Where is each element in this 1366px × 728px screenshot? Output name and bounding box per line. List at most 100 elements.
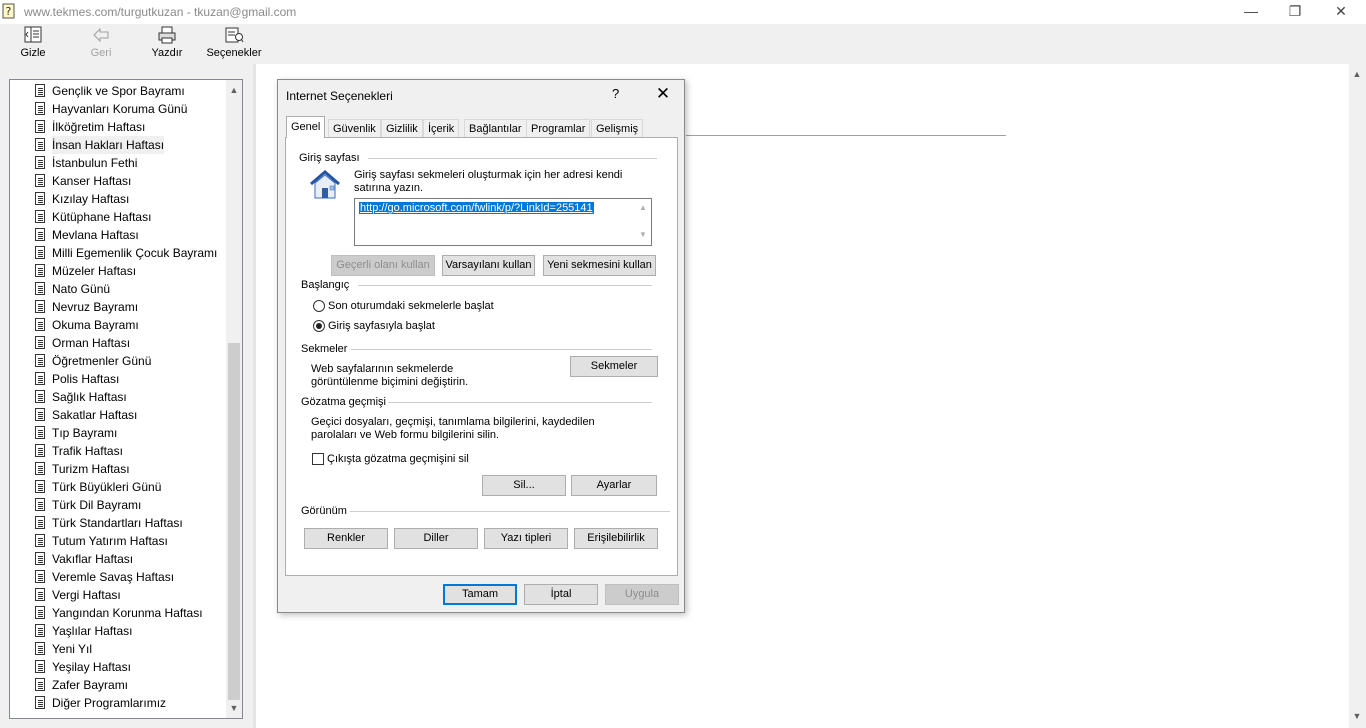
dialog-close-button[interactable]: ✕ [650,82,676,106]
cancel-button[interactable]: İptal [524,584,598,605]
document-icon [35,444,45,457]
options-icon [225,27,244,43]
help-book-icon: ? [2,3,15,19]
tab-advanced[interactable]: Gelişmiş [591,119,644,137]
languages-button[interactable]: Diller [394,528,478,549]
tree-item-label: Sakatlar Haftası [52,408,138,422]
hide-button[interactable]: Gizle [16,24,50,64]
tree-item-label: Tıp Bayramı [52,426,118,440]
last-session-label[interactable]: Son oturumdaki sekmelerle başlat [328,300,494,313]
document-icon [35,156,45,169]
tree-item-label: Yaşlılar Haftası [52,624,133,638]
tree-item-label: Milli Egemenlik Çocuk Bayramı [52,246,218,260]
tree-item-label: Sağlık Haftası [52,390,127,404]
history-group-line [388,402,652,403]
toolbar: Gizle Geri Yazdır Seçenekler [0,24,1366,64]
homepage-group-title: Giriş sayfası [299,152,360,164]
tab-programs[interactable]: Programlar [526,119,591,137]
tree-item-label: Vergi Haftası [52,588,121,602]
history-group-title: Gözatma geçmişi [301,396,386,408]
back-label: Geri [90,47,112,59]
accessibility-button[interactable]: Erişilebilirlik [574,528,658,549]
scroll-up-arrow-icon[interactable]: ▲ [226,82,242,98]
content-scroll-up-icon[interactable]: ▲ [1349,66,1365,82]
document-icon [35,282,45,295]
close-window-button[interactable]: ✕ [1318,0,1364,24]
use-default-button[interactable]: Varsayılanı kullan [442,255,535,276]
tree-scroll-thumb[interactable] [228,343,240,700]
tree-item-label: Yangından Korunma Haftası [52,606,203,620]
content-scrollbar[interactable]: ▲ ▼ [1349,64,1366,728]
tab-privacy[interactable]: Gizlilik [381,119,423,137]
textarea-scroll-up-icon[interactable]: ▲ [639,203,647,212]
homepage-url-text: http://go.microsoft.com/fwlink/p/?LinkId… [359,202,594,214]
document-icon [35,480,45,493]
document-icon [35,372,45,385]
tree-item-label: Türk Dil Bayramı [52,498,142,512]
tree-item-label: Gençlik ve Spor Bayramı [52,84,185,98]
restore-button[interactable]: ❐ [1272,0,1318,24]
tabs-settings-button[interactable]: Sekmeler [570,356,658,377]
document-icon [35,678,45,691]
tree-item-label: Veremle Savaş Haftası [52,570,175,584]
tree-scrollbar[interactable]: ▲ ▼ [226,80,242,718]
tree-item-label: Orman Haftası [52,336,131,350]
delete-on-exit-label[interactable]: Çıkışta gözatma geçmişini sil [327,453,469,466]
content-scroll-down-icon[interactable]: ▼ [1349,708,1365,724]
tab-connections[interactable]: Bağlantılar [464,119,527,137]
tree-item-label: Müzeler Haftası [52,264,137,278]
apply-button[interactable]: Uygula [605,584,679,605]
internet-options-dialog: Internet Seçenekleri ? ✕ Genel Güvenlik … [277,79,685,613]
tree-item-label: Yeşilay Haftası [52,660,131,674]
hide-label: Gizle [20,47,46,59]
tabs-description: Web sayfalarının sekmelerde görüntülenme… [311,363,469,388]
document-icon [35,300,45,313]
tree-item-label: Öğretmenler Günü [52,354,152,368]
print-button[interactable]: Yazdır [150,24,184,64]
appearance-group-line [350,511,670,512]
dialog-title: Internet Seçenekleri [286,89,393,103]
homepage-textarea-scrollbar[interactable]: ▲ ▼ [636,199,651,245]
svg-text:?: ? [6,5,12,18]
homepage-start-label[interactable]: Giriş sayfasıyla başlat [328,320,435,333]
document-icon [35,642,45,655]
back-arrow-icon [93,27,109,43]
tree-item-label: Türk Büyükleri Günü [52,480,162,494]
document-icon [35,192,45,205]
homepage-url-textarea[interactable]: http://go.microsoft.com/fwlink/p/?LinkId… [354,198,652,246]
last-session-radio[interactable] [313,300,325,312]
title-bar: ? www.tekmes.com/turgutkuzan - tkuzan@gm… [0,0,1366,24]
topic-tree: Gençlik ve Spor Bayramı Hayvanları Koruma… [9,79,243,719]
document-icon [35,210,45,223]
help-button[interactable]: ? [612,86,619,101]
tree-item-label: Trafik Haftası [52,444,123,458]
textarea-scroll-down-icon[interactable]: ▼ [639,230,647,239]
colors-button[interactable]: Renkler [304,528,388,549]
tree-item-label: Kanser Haftası [52,174,132,188]
tree-item-label: Nevruz Bayramı [52,300,139,314]
scroll-down-arrow-icon[interactable]: ▼ [226,700,242,716]
ok-button[interactable]: Tamam [443,584,517,605]
house-icon [310,170,340,199]
delete-history-button[interactable]: Sil... [482,475,566,496]
window-title: www.tekmes.com/turgutkuzan - tkuzan@gmai… [24,5,297,19]
options-button[interactable]: Seçenekler [205,24,263,64]
back-button[interactable]: Geri [86,24,116,64]
use-new-tab-button[interactable]: Yeni sekmesini kullan [543,255,656,276]
homepage-start-radio[interactable] [313,320,325,332]
document-icon [35,534,45,547]
document-icon [35,408,45,421]
use-current-button[interactable]: Geçerli olanı kullan [331,255,435,276]
tab-general[interactable]: Genel [286,116,326,138]
fonts-button[interactable]: Yazı tipleri [484,528,568,549]
minimize-button[interactable]: — [1228,0,1274,24]
tree-item-label: Yeni Yıl [52,642,93,656]
document-icon [35,588,45,601]
delete-on-exit-checkbox[interactable] [312,453,324,465]
tab-security[interactable]: Güvenlik [328,119,381,137]
history-settings-button[interactable]: Ayarlar [571,475,657,496]
tab-content[interactable]: İçerik [423,119,460,137]
tree-item-label: Tutum Yatırım Haftası [52,534,168,548]
document-icon [35,606,45,619]
document-icon [35,228,45,241]
